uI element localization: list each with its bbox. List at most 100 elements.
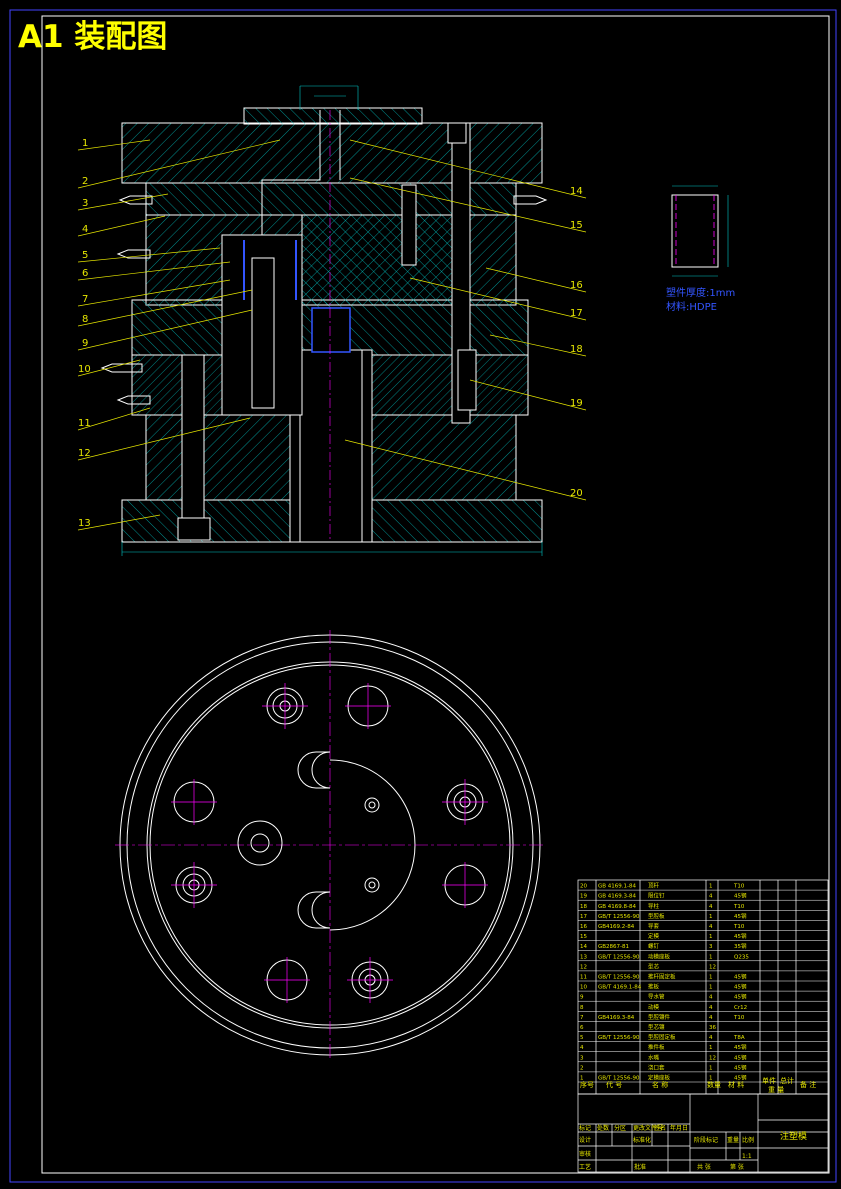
tb-approve: 批准 [634, 1163, 646, 1171]
bom-cell-material: 45钢 [734, 973, 747, 981]
bom-cell-no: 19 [580, 894, 587, 900]
tb-standardization: 标准化 [633, 1136, 651, 1144]
bom-cell-material: 45钢 [734, 892, 747, 900]
top-clamp-plate [121, 122, 543, 184]
socket-screw [401, 184, 417, 266]
bom-cell-code: GB/T 4169.1-84 [598, 985, 642, 991]
locating-ring [243, 107, 423, 125]
bom-header-unit: 单件 [762, 1076, 776, 1085]
tb-design: 设计 [579, 1136, 591, 1144]
bom-cell-material: Q235 [734, 954, 749, 960]
bom-cell-name: 动模 [648, 1003, 660, 1011]
bom-cell-name: 型腔固定板 [648, 1033, 676, 1041]
callout-5: 5 [82, 250, 88, 261]
plan-view [115, 630, 545, 1060]
callout-20: 20 [570, 488, 583, 499]
guide-pillar-head [447, 122, 467, 144]
part-detail: 塑件厚度:1mm 材料:HDPE [666, 185, 735, 313]
callout-2: 2 [82, 176, 88, 187]
bom-rows: 20 GB 4169.1-84 顶杆 1 T1019 GB 4169.3-84 限位钉 4 45… [578, 882, 828, 1083]
bom-cell-qty: 4 [709, 1005, 713, 1011]
guide-bush [457, 349, 477, 411]
callout-6: 6 [82, 268, 88, 279]
bom-cell-code: GB/T 12556-90 [598, 1035, 640, 1041]
bom-cell-no: 12 [580, 964, 587, 970]
callout-4: 4 [82, 224, 88, 235]
bom-cell-code: GB 4169.3-84 [598, 894, 637, 900]
tb-weight: 重量 [727, 1136, 739, 1144]
bom-cell-name: 浇口套 [648, 1063, 665, 1071]
bom-cell-no: 5 [580, 1035, 584, 1041]
bom-header-no: 序号 [580, 1080, 594, 1089]
bom-cell-material: Cr12 [734, 1005, 747, 1011]
sheet-title: A1 装配图 [18, 19, 167, 55]
bom-cell-material: T10 [733, 884, 745, 890]
bom-cell-qty: 1 [709, 954, 713, 960]
bom-cell-name: 定模 [648, 932, 660, 940]
bom-header-remarks: 备 注 [800, 1080, 816, 1089]
cavity-holes [173, 685, 486, 1001]
callout-16: 16 [570, 280, 583, 291]
tb-review: 审核 [579, 1150, 591, 1158]
callout-18: 18 [570, 344, 583, 355]
bom-cell-no: 7 [580, 1015, 584, 1021]
bom-cell-name: 推板 [648, 983, 660, 991]
bom-cell-no: 11 [580, 975, 587, 981]
bom-cell-material: 45钢 [734, 983, 747, 991]
bom-cell-qty: 3 [709, 944, 713, 950]
part-note-material: 材料:HDPE [666, 300, 717, 313]
bom-cell-qty: 4 [709, 924, 713, 930]
bom-cell-no: 14 [580, 944, 587, 950]
bom-cell-no: 2 [580, 1065, 584, 1071]
bom-cell-name: 型腔镶件 [648, 1013, 671, 1021]
bom-cell-no: 16 [580, 924, 587, 930]
callout-11: 11 [78, 418, 91, 429]
part-note-thickness: 塑件厚度:1mm [666, 286, 735, 299]
callout-3: 3 [82, 198, 88, 209]
callout-19: 19 [570, 398, 583, 409]
bom-cell-code: GB/T 12556-90 [598, 914, 640, 920]
bom-cell-material: 45钢 [734, 1063, 747, 1071]
bom-cell-qty: 4 [709, 904, 713, 910]
bom-cell-qty: 1 [709, 975, 713, 981]
bom-cell-no: 15 [580, 934, 587, 940]
bom-cell-name: 型腔板 [648, 912, 665, 920]
bom-cell-qty: 1 [709, 884, 713, 890]
bom-cell-no: 10 [580, 985, 587, 991]
callout-9: 9 [82, 338, 88, 349]
bom-cell-no: 8 [580, 1005, 584, 1011]
bom-cell-name: 水嘴 [648, 1053, 660, 1061]
tb-process: 工艺 [579, 1163, 591, 1171]
bom-cell-name: 动模座板 [648, 952, 671, 960]
bom-cell-name: 限位钉 [648, 892, 665, 900]
bom-cell-material: 45钢 [734, 932, 747, 940]
bom-cell-material: 45钢 [734, 912, 747, 920]
bom-cell-material: T8A [733, 1035, 745, 1041]
section-view: 1 2 3 4 5 6 7 8 9 10 11 12 13 14 15 16 1… [77, 85, 587, 556]
bom-cell-qty: 1 [709, 914, 713, 920]
bom-cell-material: T10 [733, 904, 745, 910]
bom-cell-code: GB/T 12556-90 [598, 975, 640, 981]
bom-header-code: 代 号 [606, 1080, 622, 1089]
bom-cell-material: T10 [733, 1015, 745, 1021]
bom-cell-material: 45钢 [734, 1043, 747, 1051]
screw-head [177, 517, 211, 541]
bom-cell-name: 螺钉 [648, 942, 660, 950]
bom-header-qty: 数量 [707, 1080, 721, 1089]
tb-sheet-no: 第 张 [730, 1163, 744, 1171]
bom-cell-qty: 36 [709, 1025, 716, 1031]
bom-cell-qty: 1 [709, 934, 713, 940]
tb-mark: 标记 [579, 1124, 591, 1132]
bom-header-name: 名 称 [652, 1080, 668, 1089]
bom-cell-name: 推件板 [648, 1043, 665, 1051]
bom-cell-no: 4 [580, 1045, 584, 1051]
bom-cell-no: 20 [580, 884, 587, 890]
callout-15: 15 [570, 220, 583, 231]
bom-cell-material: 35钢 [734, 942, 747, 950]
bom-cell-qty: 1 [709, 1065, 713, 1071]
callout-12: 12 [78, 448, 91, 459]
bom-cell-material: T10 [733, 924, 745, 930]
bom-cell-qty: 4 [709, 1015, 713, 1021]
bom-cell-qty: 4 [709, 995, 713, 1001]
bom-cell-name: 导柱 [648, 902, 660, 910]
